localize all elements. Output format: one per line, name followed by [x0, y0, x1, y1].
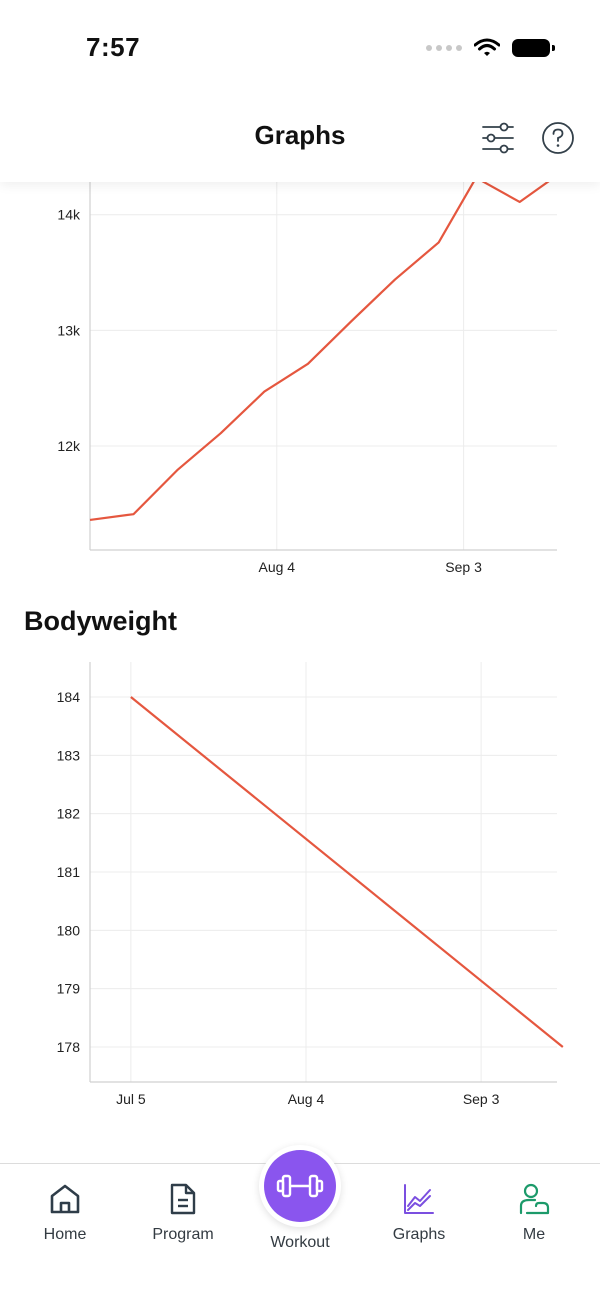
tab-home[interactable]: Home [5, 1164, 125, 1284]
series-line [89, 174, 558, 522]
document-icon [170, 1183, 196, 1215]
x-tick-label: Sep 3 [463, 1091, 500, 1107]
tab-program[interactable]: Program [123, 1164, 243, 1284]
graphs-header: Graphs [0, 96, 600, 182]
profile-icon [519, 1183, 550, 1215]
graphs-scroll-content[interactable]: Aug 4 Sep 3 12k 13k 14k Bodyweight Jul 5 Aug … [0, 0, 600, 1304]
status-time: 7:57 [86, 32, 141, 62]
help-circle-icon[interactable] [538, 118, 578, 158]
tab-graphs[interactable]: Graphs [359, 1164, 479, 1284]
y-tick-label: 183 [57, 747, 81, 763]
dumbbell-icon [276, 1174, 324, 1198]
tab-me[interactable]: Me [474, 1164, 594, 1284]
home-icon [50, 1184, 80, 1214]
y-tick-label: 179 [57, 981, 81, 997]
y-tick-label: 13k [57, 322, 81, 338]
y-tick-label: 12k [57, 438, 81, 454]
x-tick-label: Jul 5 [116, 1091, 146, 1107]
signal-icon [426, 45, 462, 51]
y-tick-label: 184 [57, 689, 81, 705]
status-bar: 7:57 [0, 0, 600, 96]
tab-program-label: Program [152, 1226, 214, 1243]
chart-icon [404, 1184, 434, 1214]
status-icons [426, 36, 555, 60]
y-tick-label: 14k [57, 207, 81, 223]
y-tick-label: 182 [57, 806, 81, 822]
x-tick-label: Aug 4 [259, 559, 296, 575]
workout-button[interactable] [259, 1145, 341, 1227]
tab-home-label: Home [43, 1226, 87, 1243]
volume-chart: Aug 4 Sep 3 12k 13k 14k [57, 174, 558, 575]
tab-graphs-label: Graphs [392, 1226, 446, 1243]
tab-workout-label[interactable]: Workout [240, 1234, 360, 1252]
bodyweight-chart: Jul 5 Aug 4 Sep 3 178 179 180 181 182 183 184 [57, 662, 564, 1107]
bodyweight-section-title: Bodyweight [24, 606, 177, 636]
y-tick-label: 178 [57, 1039, 81, 1055]
y-tick-label: 181 [57, 864, 81, 880]
tab-me-label: Me [522, 1226, 546, 1243]
sliders-icon[interactable] [478, 118, 518, 158]
wifi-icon [474, 38, 500, 56]
x-tick-label: Aug 4 [288, 1091, 325, 1107]
battery-icon [512, 39, 555, 57]
y-tick-label: 180 [57, 922, 81, 938]
x-tick-label: Sep 3 [445, 559, 482, 575]
